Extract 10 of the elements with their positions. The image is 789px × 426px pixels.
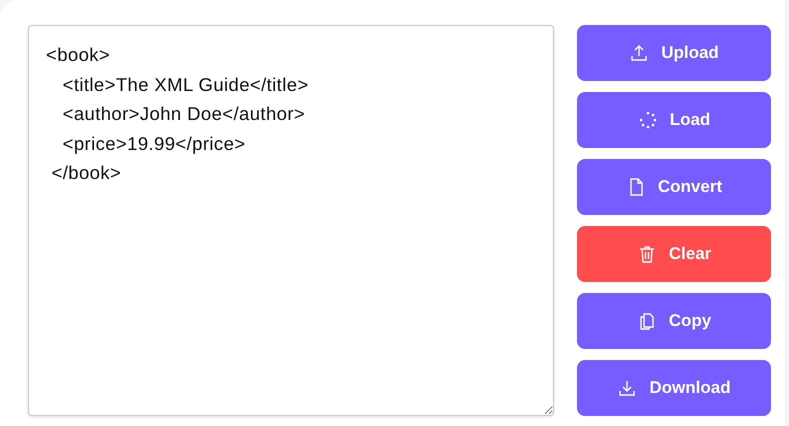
xml-editor[interactable]: <book> <title>The XML Guide</title> <author>John Doe</author> <price>19.99</price> </book> xyxy=(28,25,554,416)
action-button[interactable]: Load xyxy=(577,92,771,148)
action-button[interactable]: Copy xyxy=(577,293,771,349)
download-icon xyxy=(617,378,638,398)
action-button[interactable]: Download xyxy=(577,360,771,416)
action-button[interactable]: Clear xyxy=(577,226,771,282)
spinner-icon xyxy=(638,110,658,130)
action-button[interactable]: Convert xyxy=(577,159,771,215)
action-button[interactable]: Upload xyxy=(577,25,771,81)
upload-icon xyxy=(629,43,650,63)
